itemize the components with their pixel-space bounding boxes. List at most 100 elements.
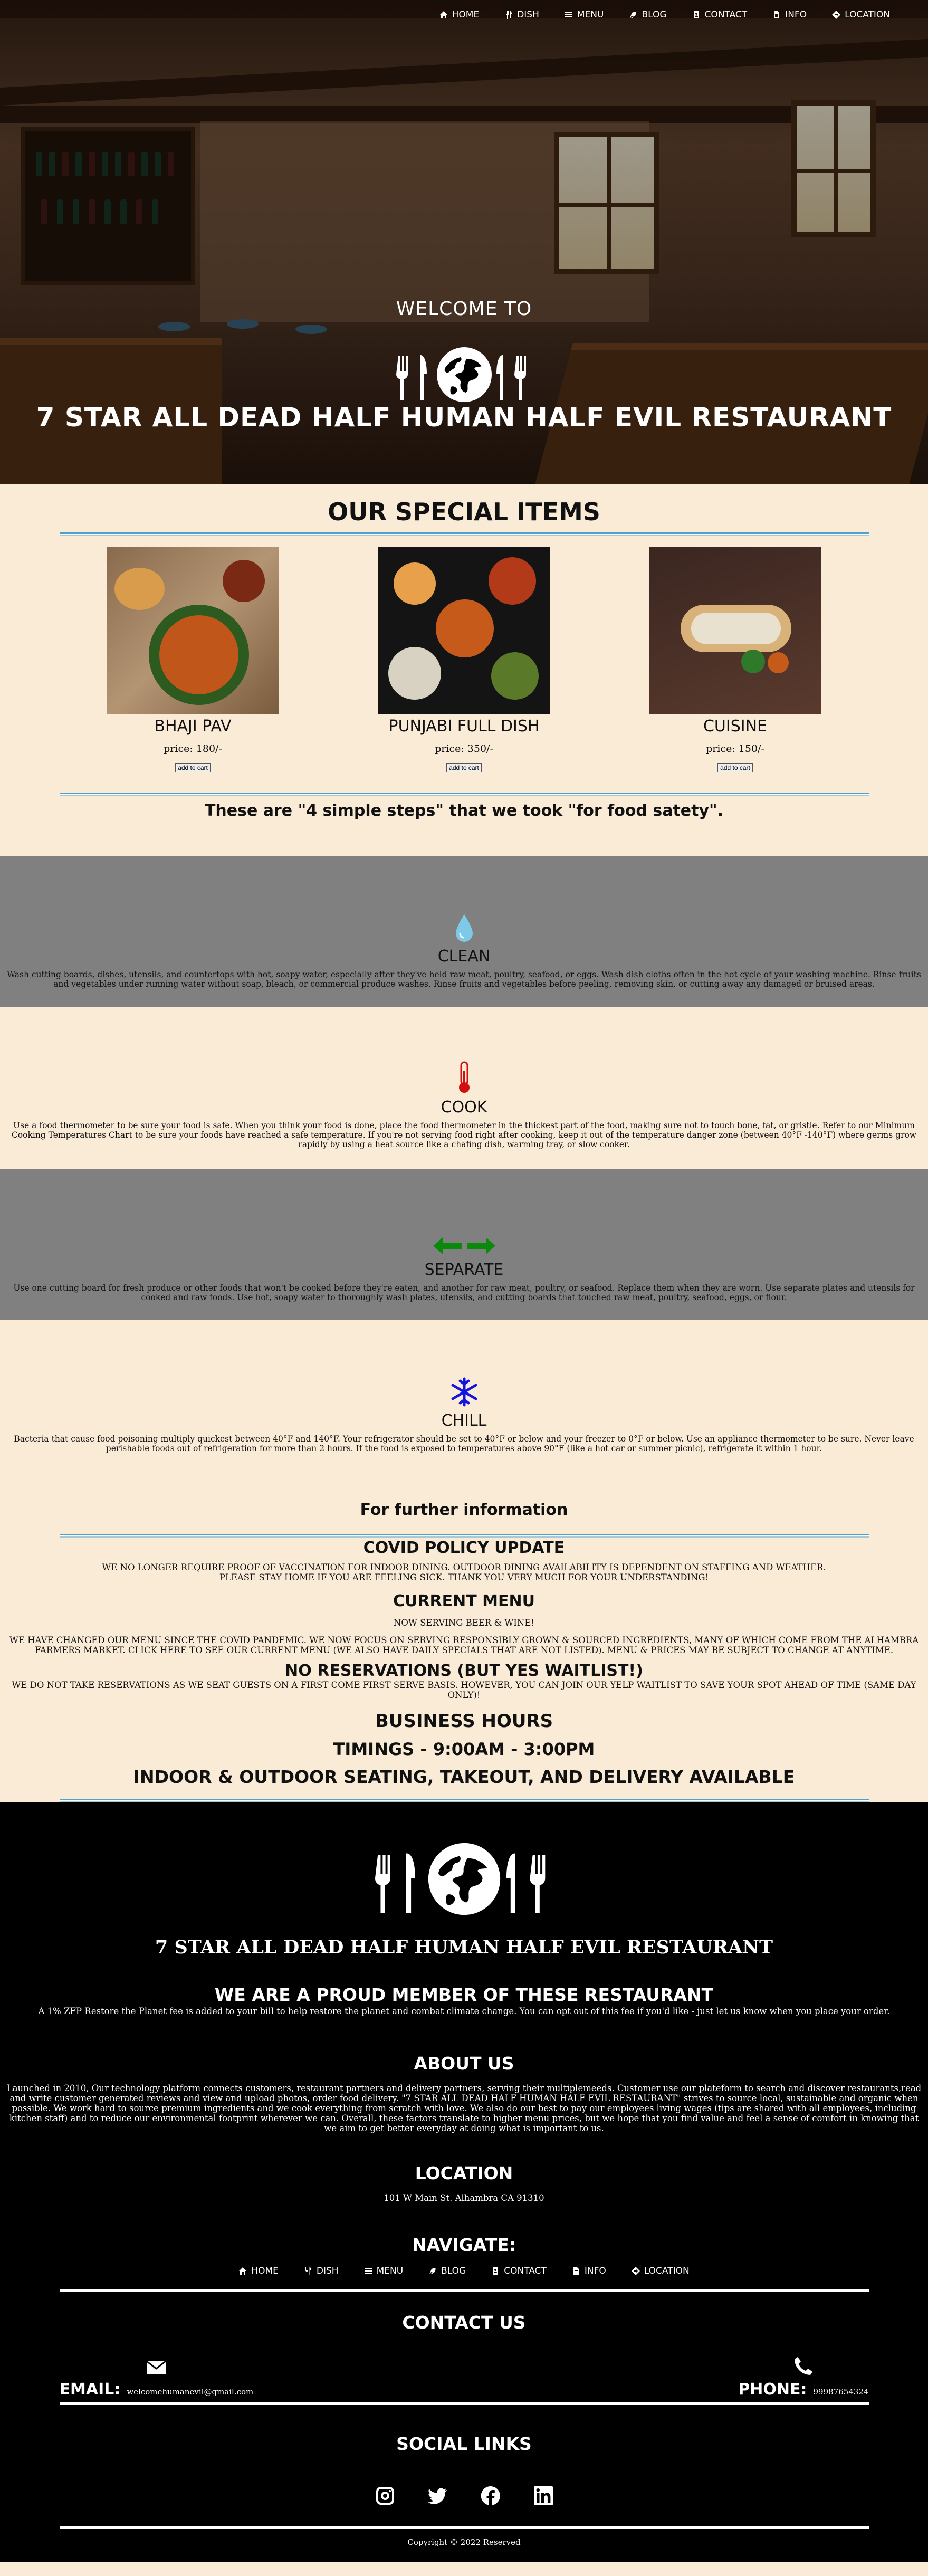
step-text: Use one cutting board for fresh produce … <box>13 1283 915 1302</box>
footer-restaurant-name: 7 STAR ALL DEAD HALF HUMAN HALF EVIL RES… <box>155 1936 773 1958</box>
step-cook: COOK Use a food thermometer to be sure y… <box>0 1007 928 1169</box>
steps-title: These are "4 simple steps" that we took … <box>204 802 724 820</box>
nav-blog[interactable]: BLOG <box>629 9 667 20</box>
contact-card-icon <box>491 2267 500 2275</box>
footer-nav-home[interactable]: HOME <box>238 2266 279 2276</box>
facebook-icon <box>481 2486 500 2505</box>
step-chill: CHILL Bacteria that cause food poisoning… <box>0 1320 928 1489</box>
address-text: 101 W Main St. Alhambra CA 91310 <box>384 2193 544 2203</box>
hero-section: HOME DISH MENU BLOG CONTACT INFO LOCATIO… <box>0 0 928 484</box>
linkedin-icon <box>533 2486 553 2505</box>
timings-text: TIMINGS - 9:00AM - 3:00PM <box>333 1739 595 1759</box>
utensils-icon <box>304 2267 312 2275</box>
utensils-icon <box>504 11 513 19</box>
footer-nav-info[interactable]: INFO <box>572 2266 606 2276</box>
menu-text[interactable]: WE HAVE CHANGED OUR MENU SINCE THE COVID… <box>0 1635 928 1655</box>
thermometer-icon <box>0 1061 928 1094</box>
divider <box>59 532 869 536</box>
snowflake-icon <box>0 1376 928 1407</box>
nav-location[interactable]: LOCATION <box>832 9 890 20</box>
restaurant-logo-icon <box>396 347 526 402</box>
copyright-text: Copyright © 2022 Reserved <box>407 2537 521 2547</box>
phone-label: PHONE: <box>738 2380 807 2399</box>
cuisine-image <box>649 547 821 714</box>
hours-title: BUSINESS HOURS <box>375 1711 553 1732</box>
step-title: SEPARATE <box>424 1261 504 1279</box>
restaurant-logo-icon <box>375 1843 545 1915</box>
reservations-text[interactable]: WE DO NOT TAKE RESERVATIONS AS WE SEAT G… <box>0 1680 928 1700</box>
footer: 7 STAR ALL DEAD HALF HUMAN HALF EVIL RES… <box>0 1802 928 2562</box>
covid-text: WE NO LONGER REQUIRE PROOF OF VACCINATIO… <box>102 1562 826 1572</box>
member-title: WE ARE A PROUD MEMBER OF THESE RESTAURAN… <box>214 1985 714 2005</box>
phone-value[interactable]: 99987654324 <box>814 2387 869 2397</box>
step-separate: SEPARATE Use one cutting board for fresh… <box>0 1169 928 1320</box>
email-block: EMAIL: welcomehumanevil@gmail.com <box>59 2359 253 2399</box>
list-icon <box>364 2267 372 2275</box>
footer-nav-contact[interactable]: CONTACT <box>491 2266 547 2276</box>
nav-contact[interactable]: CONTACT <box>692 9 747 20</box>
instagram-link[interactable] <box>375 2486 395 2508</box>
social-links <box>0 2486 928 2508</box>
welcome-text: WELCOME TO <box>396 298 532 320</box>
email-label: EMAIL: <box>59 2380 121 2399</box>
special-item: PUNJABI FULL DISH price: 350/- add to ca… <box>378 547 550 772</box>
phone-icon <box>794 2357 812 2375</box>
divider <box>59 793 869 796</box>
instagram-icon <box>376 2487 394 2505</box>
further-info-title: For further information <box>360 1501 568 1519</box>
location-title: LOCATION <box>415 2163 513 2183</box>
special-item: CUISINE price: 150/- add to cart <box>649 547 821 772</box>
list-icon <box>565 11 573 19</box>
step-clean: CLEAN Wash cutting boards, dishes, utens… <box>0 856 928 1007</box>
item-name: PUNJABI FULL DISH <box>388 717 540 736</box>
twitter-link[interactable] <box>427 2486 448 2508</box>
contact-card-icon <box>692 11 701 19</box>
about-text: Launched in 2010, Our technology platfor… <box>6 2083 922 2133</box>
footer-divider <box>59 2289 869 2292</box>
covid-title: COVID POLICY UPDATE <box>363 1539 565 1557</box>
divider <box>59 1799 869 1802</box>
about-title: ABOUT US <box>414 2053 514 2074</box>
email-value[interactable]: welcomehumanevil@gmail.com <box>127 2387 253 2397</box>
twitter-icon <box>427 2488 447 2504</box>
step-title: CHILL <box>441 1411 487 1430</box>
add-to-cart-button[interactable]: add to cart <box>717 763 753 772</box>
step-title: CLEAN <box>437 947 491 966</box>
nav-dish[interactable]: DISH <box>504 9 539 20</box>
contact-row: EMAIL: welcomehumanevil@gmail.com PHONE: 9… <box>60 2356 869 2399</box>
step-text: Wash cutting boards, dishes, utensils, a… <box>7 970 921 989</box>
nav-home[interactable]: HOME <box>439 9 479 20</box>
special-item: BHAJI PAV price: 180/- add to cart <box>107 547 279 772</box>
add-to-cart-button[interactable]: add to cart <box>175 763 211 772</box>
add-to-cart-button[interactable]: add to cart <box>446 763 482 772</box>
step-text: Bacteria that cause food poisoning multi… <box>14 1434 914 1453</box>
footer-nav-blog[interactable]: BLOG <box>428 2266 466 2276</box>
step-title: COOK <box>441 1098 487 1117</box>
blog-icon <box>428 2267 437 2275</box>
bhaji-pav-image <box>107 547 279 714</box>
footer-nav-dish[interactable]: DISH <box>304 2266 339 2276</box>
step-text: Use a food thermometer to be sure your f… <box>11 1121 917 1149</box>
special-items-section: OUR SPECIAL ITEMS BHAJI PAV price: 180/-… <box>0 484 928 856</box>
footer-divider <box>59 2402 869 2405</box>
footer-nav-location[interactable]: LOCATION <box>632 2266 690 2276</box>
water-drop-icon <box>0 911 928 943</box>
home-icon <box>238 2267 247 2275</box>
item-price: price: 150/- <box>706 743 764 755</box>
navigate-title: NAVIGATE: <box>412 2235 516 2255</box>
item-price: price: 180/- <box>164 743 222 755</box>
item-price: price: 350/- <box>435 743 493 755</box>
facebook-link[interactable] <box>481 2486 501 2508</box>
location-diamond-icon <box>632 2267 640 2275</box>
menu-text: NOW SERVING BEER & WINE! <box>393 1618 535 1628</box>
reservations-title: NO RESERVATIONS (BUT YES WAITLIST!) <box>285 1662 643 1680</box>
linkedin-link[interactable] <box>533 2486 553 2508</box>
special-items-list: BHAJI PAV price: 180/- add to cart PUNJA… <box>0 547 928 772</box>
nav-menu[interactable]: MENU <box>565 9 604 20</box>
contact-title: CONTACT US <box>402 2312 526 2333</box>
item-name: CUISINE <box>703 717 768 736</box>
footer-nav-menu[interactable]: MENU <box>364 2266 403 2276</box>
member-text: A 1% ZFP Restore the Planet fee is added… <box>38 2006 890 2016</box>
location-diamond-icon <box>832 11 840 19</box>
nav-info[interactable]: INFO <box>772 9 807 20</box>
